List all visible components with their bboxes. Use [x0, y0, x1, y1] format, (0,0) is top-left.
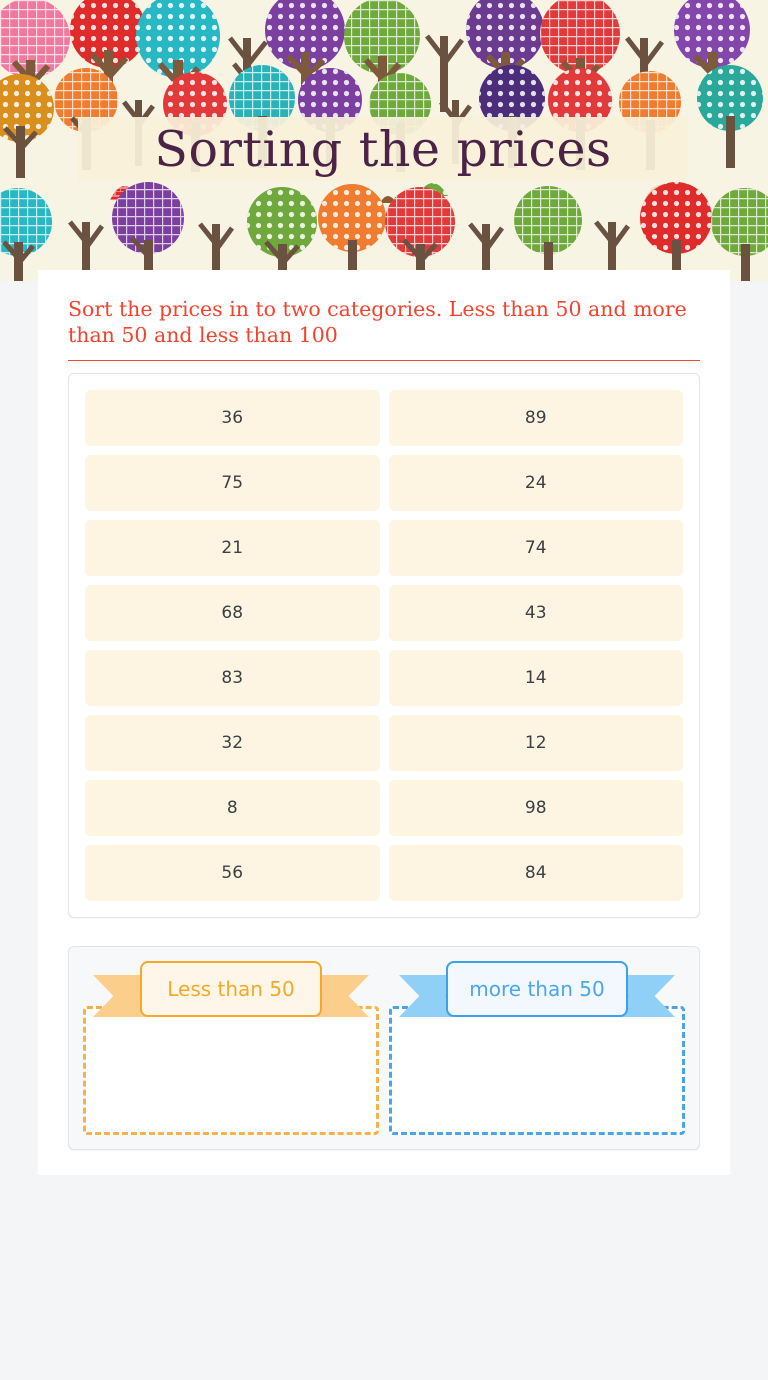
drop-column-more-than-50: more than 50 [389, 961, 685, 1135]
number-tile[interactable]: 32 [85, 715, 380, 771]
number-tile[interactable]: 43 [388, 585, 683, 641]
page-title: Sorting the prices [154, 120, 612, 178]
instructions-text: Sort the prices in to two categories. Le… [68, 297, 687, 347]
number-tile[interactable]: 98 [388, 780, 683, 836]
tiles-container: 36 89 75 24 21 74 68 43 83 14 32 12 8 98… [68, 373, 700, 918]
number-tile[interactable]: 74 [388, 520, 683, 576]
drop-zone-less-than-50[interactable] [83, 1006, 379, 1135]
number-tile[interactable]: 75 [85, 455, 380, 511]
number-tile[interactable]: 89 [388, 390, 683, 446]
instructions-divider [68, 360, 700, 361]
drop-zone-label-text: more than 50 [469, 977, 605, 1001]
number-tile[interactable]: 56 [85, 845, 380, 901]
number-tile[interactable]: 14 [388, 650, 683, 706]
title-banner: Sorting the prices [78, 117, 688, 181]
drop-zones-container: Less than 50 more than 50 [68, 946, 700, 1150]
drop-zone-more-than-50[interactable] [389, 1006, 685, 1135]
number-tile[interactable]: 68 [85, 585, 380, 641]
number-tile[interactable]: 36 [85, 390, 380, 446]
drop-column-less-than-50: Less than 50 [83, 961, 379, 1135]
activity-panel: Sort the prices in to two categories. Le… [38, 270, 730, 1175]
number-tile[interactable]: 83 [85, 650, 380, 706]
number-tile[interactable]: 8 [85, 780, 380, 836]
drop-zone-label-more-than-50: more than 50 [446, 961, 628, 1017]
drop-zone-label-less-than-50: Less than 50 [140, 961, 322, 1017]
drop-zone-label-text: Less than 50 [167, 977, 295, 1001]
page-header: Sorting the prices [0, 0, 768, 281]
number-tile[interactable]: 21 [85, 520, 380, 576]
number-tile[interactable]: 24 [388, 455, 683, 511]
number-tile[interactable]: 84 [388, 845, 683, 901]
tiles-grid: 36 89 75 24 21 74 68 43 83 14 32 12 8 98… [85, 390, 683, 901]
number-tile[interactable]: 12 [388, 715, 683, 771]
instructions-block: Sort the prices in to two categories. Le… [38, 270, 730, 348]
